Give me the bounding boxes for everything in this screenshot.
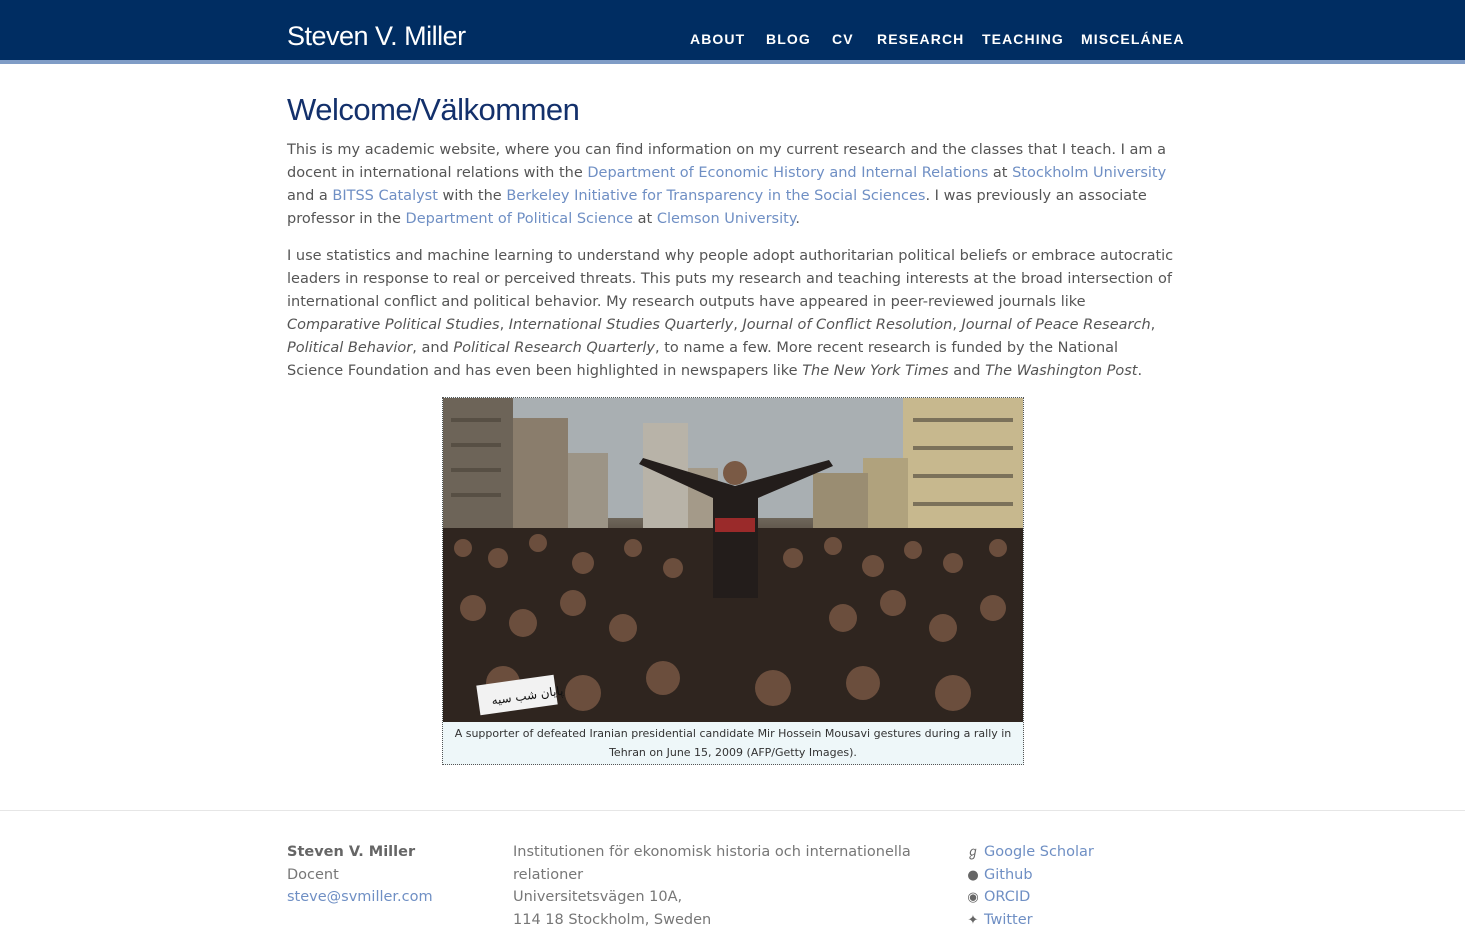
google-scholar-icon: ℊ bbox=[966, 845, 980, 860]
footer-address-line: Universitetsvägen 10A, bbox=[513, 889, 683, 905]
site-brand-link[interactable]: Steven V. Miller bbox=[287, 21, 466, 52]
footer-address-line: relationer bbox=[513, 867, 584, 883]
rally-figure: پایان شب سیه A supporter of defeated Ira… bbox=[442, 397, 1024, 765]
newspaper-name: The Washington Post bbox=[985, 363, 1138, 379]
intro-text: at bbox=[988, 165, 1013, 181]
journal-name: International Studies Quarterly bbox=[508, 317, 734, 333]
nav-teaching[interactable]: TEACHING bbox=[982, 31, 1064, 47]
github-link[interactable]: ● Github bbox=[966, 864, 1033, 887]
separator: , bbox=[1150, 317, 1156, 333]
twitter-icon: ✦ bbox=[967, 913, 979, 928]
orcid-icon: ◉ bbox=[967, 890, 979, 905]
dept-economic-history-link[interactable]: Department of Economic History and Inter… bbox=[587, 165, 988, 181]
nav-about[interactable]: ABOUT bbox=[690, 31, 745, 47]
figure-caption: A supporter of defeated Iranian presiden… bbox=[454, 727, 1012, 759]
footer-address-line: 114 18 Stockholm, Sweden bbox=[513, 912, 712, 928]
orcid-link[interactable]: ◉ ORCID bbox=[966, 886, 1030, 909]
research-text: I use statistics and machine learning to… bbox=[287, 248, 1174, 310]
github-icon: ● bbox=[967, 868, 979, 883]
footer-email-link[interactable]: steve@svmiller.com bbox=[287, 886, 433, 908]
bitss-initiative-link[interactable]: Berkeley Initiative for Transparency in … bbox=[506, 188, 925, 204]
journal-name: Journal of Conflict Resolution bbox=[742, 317, 953, 333]
rally-photo-illustration: پایان شب سیه bbox=[443, 398, 1023, 722]
intro-paragraph: This is my academic website, where you c… bbox=[287, 139, 1177, 231]
stockholm-university-link[interactable]: Stockholm University bbox=[1012, 165, 1166, 181]
bitss-catalyst-link[interactable]: BITSS Catalyst bbox=[332, 188, 438, 204]
intro-text: with the bbox=[437, 188, 507, 204]
nav-research[interactable]: RESEARCH bbox=[877, 31, 964, 47]
intro-text: at bbox=[633, 211, 657, 227]
footer-name: Steven V. Miller bbox=[287, 844, 416, 860]
separator: , bbox=[952, 317, 962, 333]
github-label: Github bbox=[984, 867, 1033, 883]
journal-name: Political Behavior bbox=[287, 340, 413, 356]
google-scholar-link[interactable]: ℊ Google Scholar bbox=[966, 841, 1094, 864]
footer-divider bbox=[0, 810, 1465, 811]
intro-text: . bbox=[795, 211, 800, 227]
nav-miscelanea[interactable]: MISCELÁNEA bbox=[1081, 31, 1185, 47]
research-paragraph: I use statistics and machine learning to… bbox=[287, 245, 1177, 383]
footer-role: Docent bbox=[287, 867, 339, 883]
clemson-university-link[interactable]: Clemson University bbox=[657, 211, 796, 227]
journal-name: Comparative Political Studies bbox=[287, 317, 500, 333]
research-text: . bbox=[1137, 363, 1143, 379]
google-scholar-label: Google Scholar bbox=[984, 844, 1094, 860]
orcid-label: ORCID bbox=[984, 889, 1031, 905]
journal-name: Political Research Quarterly bbox=[453, 340, 655, 356]
nav-blog[interactable]: BLOG bbox=[766, 31, 811, 47]
research-text: and bbox=[948, 363, 986, 379]
newspaper-name: The New York Times bbox=[802, 363, 949, 379]
twitter-label: Twitter bbox=[984, 912, 1033, 928]
footer-address-line: Institutionen för ekonomisk historia och… bbox=[513, 844, 911, 860]
twitter-link[interactable]: ✦ Twitter bbox=[966, 909, 1033, 932]
dept-political-science-link[interactable]: Department of Political Science bbox=[406, 211, 634, 227]
nav-cv[interactable]: CV bbox=[832, 31, 854, 47]
separator: , and bbox=[412, 340, 454, 356]
separator: , bbox=[499, 317, 509, 333]
intro-text: and a bbox=[287, 188, 333, 204]
site-header: Steven V. Miller ABOUT BLOG CV RESEARCH … bbox=[0, 0, 1465, 64]
page-title: Welcome/Välkommen bbox=[287, 92, 580, 127]
journal-name: Journal of Peace Research bbox=[961, 317, 1151, 333]
rally-photo: پایان شب سیه bbox=[443, 398, 1023, 722]
